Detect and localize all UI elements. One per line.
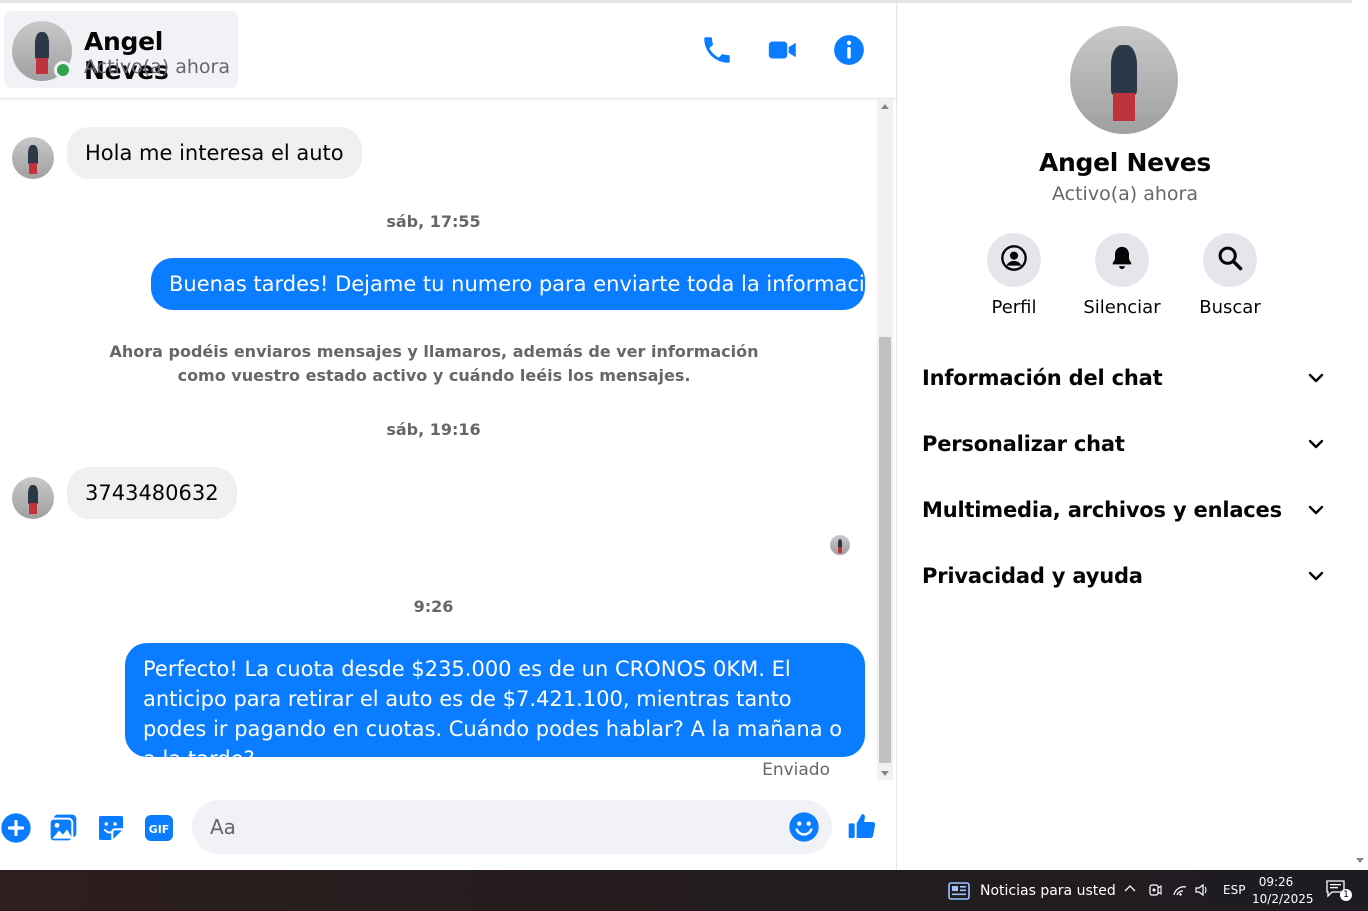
news-label: Noticias para usted — [980, 883, 1116, 899]
chevron-down-icon — [1308, 505, 1324, 515]
contact-header-button[interactable]: Angel Neves Activo(a) ahora — [4, 11, 238, 88]
profile-label: Perfil — [991, 297, 1037, 318]
search-label: Buscar — [1199, 297, 1261, 318]
section-media-files-links[interactable]: Multimedia, archivos y enlaces — [922, 486, 1332, 536]
message-input[interactable] — [210, 800, 770, 854]
image-icon[interactable] — [47, 812, 79, 844]
taskbar: Noticias para usted ESP 09:26 10/2/2025 … — [0, 870, 1368, 911]
section-title: Privacidad y ayuda — [922, 564, 1143, 588]
volume-icon[interactable] — [1194, 883, 1210, 900]
contact-status: Activo(a) ahora — [84, 56, 230, 78]
section-customize-chat[interactable]: Personalizar chat — [922, 420, 1332, 470]
chevron-down-icon — [1308, 571, 1324, 581]
emoji-icon[interactable] — [788, 811, 820, 843]
avatar — [12, 477, 54, 519]
section-title: Multimedia, archivos y enlaces — [922, 498, 1282, 522]
seen-avatar — [830, 535, 850, 555]
chat-header: Angel Neves Activo(a) ahora — [0, 3, 897, 99]
chevron-down-icon — [1308, 373, 1324, 383]
outgoing-message[interactable]: Perfecto! La cuota desde $235.000 es de … — [125, 643, 865, 771]
notification-icon[interactable]: 1 — [1326, 880, 1352, 902]
timestamp: sáb, 19:16 — [386, 420, 481, 439]
sent-status: Enviado — [762, 760, 830, 780]
meet-icon[interactable] — [1148, 883, 1162, 900]
system-notice: Ahora podéis enviaros mensajes y llamaro… — [109, 342, 759, 385]
scroll-down-arrow-icon[interactable] — [881, 771, 889, 776]
scrollbar[interactable] — [877, 100, 893, 780]
page-scrollbar[interactable] — [1352, 0, 1368, 870]
phone-icon[interactable] — [700, 33, 734, 67]
chevron-down-icon — [1308, 439, 1324, 449]
mute-button[interactable]: Silenciar — [1077, 233, 1167, 318]
panel-contact-name: Angel Neves — [1039, 148, 1211, 177]
like-icon[interactable] — [846, 810, 882, 846]
notification-count: 1 — [1340, 889, 1352, 901]
news-widget[interactable]: Noticias para usted — [948, 880, 1116, 902]
section-chat-info[interactable]: Información del chat — [922, 354, 1332, 404]
section-title: Información del chat — [922, 366, 1163, 390]
incoming-message[interactable]: Hola me interesa el auto — [67, 127, 362, 179]
search-icon — [1216, 244, 1244, 276]
news-icon — [948, 882, 970, 900]
timestamp: 9:26 — [413, 597, 454, 616]
messenger-window: Angel Neves Activo(a) ahora Hola me inte… — [0, 0, 1368, 870]
avatar[interactable] — [1070, 26, 1178, 134]
language-indicator[interactable]: ESP — [1223, 883, 1245, 897]
clock[interactable]: 09:26 10/2/2025 — [1252, 874, 1314, 908]
profile-button[interactable]: Perfil — [969, 233, 1059, 318]
scroll-thumb[interactable] — [879, 337, 891, 763]
scroll-up-arrow-icon[interactable] — [881, 104, 889, 109]
profile-icon — [1000, 244, 1028, 276]
mute-label: Silenciar — [1083, 297, 1161, 318]
avatar — [12, 137, 54, 179]
search-button[interactable]: Buscar — [1185, 233, 1275, 318]
gif-label: GIF — [149, 823, 170, 836]
message-list[interactable]: Hola me interesa el auto sáb, 17:55 Buen… — [0, 100, 898, 780]
outgoing-message[interactable]: Buenas tardes! Dejame tu numero para env… — [151, 258, 898, 310]
clock-date: 10/2/2025 — [1252, 892, 1314, 906]
online-indicator — [54, 61, 72, 79]
bell-icon — [1108, 244, 1136, 276]
scroll-down-arrow-icon[interactable] — [1356, 858, 1364, 863]
info-icon[interactable] — [832, 33, 866, 67]
composer: GIF — [0, 800, 897, 856]
section-title: Personalizar chat — [922, 432, 1125, 456]
plus-icon[interactable] — [0, 812, 32, 844]
wifi-icon[interactable] — [1172, 883, 1188, 900]
gif-icon[interactable]: GIF — [143, 812, 175, 844]
details-panel: Angel Neves Activo(a) ahora Perfil Silen… — [898, 3, 1352, 870]
video-camera-icon[interactable] — [766, 33, 800, 67]
timestamp: sáb, 17:55 — [386, 212, 481, 231]
chat-column: Angel Neves Activo(a) ahora Hola me inte… — [0, 3, 898, 870]
sticker-icon[interactable] — [95, 812, 127, 844]
chevron-up-icon[interactable] — [1124, 883, 1136, 898]
panel-contact-status: Activo(a) ahora — [1052, 183, 1198, 205]
incoming-message[interactable]: 3743480632 — [67, 467, 237, 519]
section-privacy-help[interactable]: Privacidad y ayuda — [922, 552, 1332, 602]
message-input-box[interactable] — [192, 800, 832, 854]
clock-time: 09:26 — [1258, 875, 1294, 889]
